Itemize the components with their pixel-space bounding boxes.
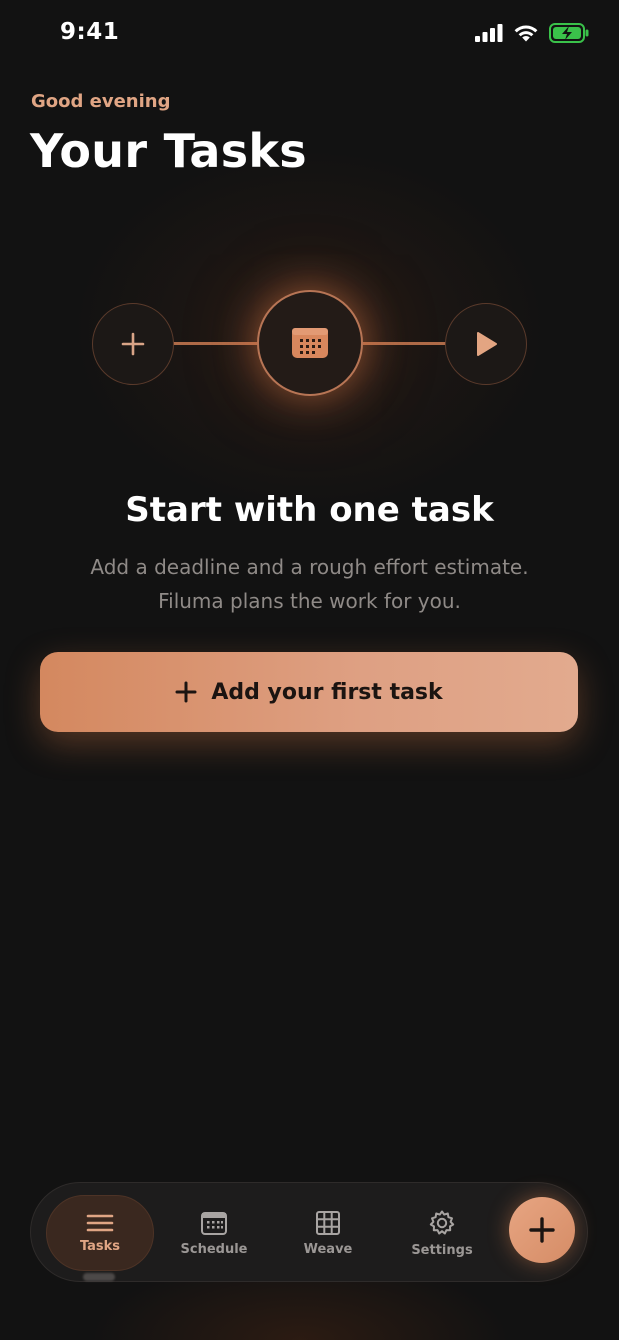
calendar-icon <box>201 1211 227 1235</box>
flow-step-start <box>445 303 527 385</box>
flow-step-add <box>92 303 174 385</box>
flow-step-schedule <box>257 290 363 396</box>
tab-weave[interactable]: Weave <box>283 1195 373 1271</box>
greeting: Good evening <box>31 91 171 112</box>
signal-icon <box>475 24 503 42</box>
tab-schedule[interactable]: Schedule <box>169 1195 259 1271</box>
battery-charging-icon <box>549 23 589 43</box>
tab-weave-label: Weave <box>303 1241 353 1257</box>
tab-tasks-label: Tasks <box>79 1238 121 1254</box>
flow-connector-left <box>172 342 260 345</box>
plus-icon <box>121 332 145 356</box>
tab-tasks[interactable]: Tasks <box>46 1195 154 1271</box>
calendar-icon <box>292 328 328 358</box>
plus-icon <box>175 681 197 703</box>
empty-state-subtext-line-2: Filuma plans the work for you. <box>158 589 461 613</box>
empty-state-headline: Start with one task <box>125 490 494 530</box>
wifi-icon <box>514 25 538 41</box>
tab-settings-label: Settings <box>411 1242 473 1258</box>
empty-state-subtext-line-1: Add a deadline and a rough effort estima… <box>90 555 529 579</box>
grid-icon <box>316 1210 340 1235</box>
page-title: Your Tasks <box>30 124 307 178</box>
add-first-task-label: Add your first task <box>211 679 443 705</box>
status-icons <box>475 23 589 43</box>
tab-settings[interactable]: Settings <box>397 1195 487 1271</box>
tab-schedule-label: Schedule <box>180 1241 248 1257</box>
status-time: 9:41 <box>60 19 120 45</box>
flow-connector-right <box>360 342 448 345</box>
add-task-fab[interactable] <box>509 1197 575 1263</box>
empty-state-subtext: Add a deadline and a rough effort estima… <box>60 550 559 618</box>
gear-icon <box>429 1210 455 1234</box>
bottom-tab-bar: Tasks Schedule Weave Settings <box>30 1182 588 1282</box>
flow-illustration <box>0 290 619 400</box>
list-icon <box>86 1214 114 1231</box>
add-first-task-button[interactable]: Add your first task <box>40 652 578 732</box>
plus-icon <box>529 1217 555 1243</box>
status-bar: 9:41 <box>0 0 619 70</box>
tab-active-indicator <box>83 1273 115 1281</box>
play-icon <box>477 332 497 356</box>
